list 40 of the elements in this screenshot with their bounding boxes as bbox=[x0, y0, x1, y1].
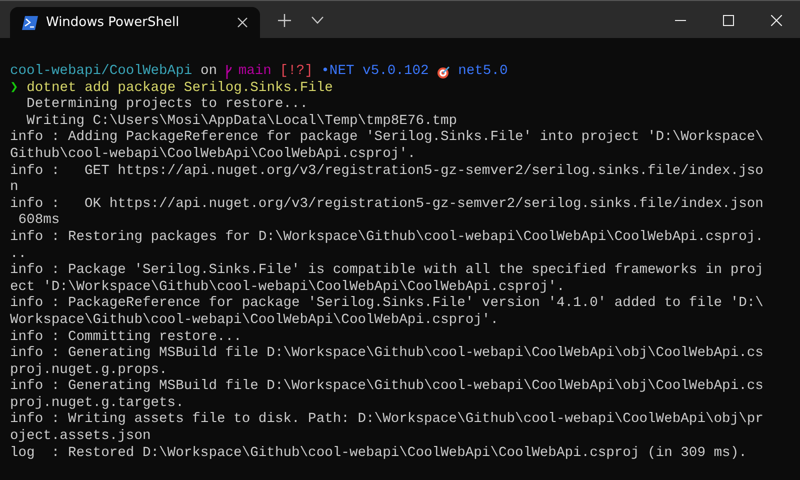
output-line: Writing C:\Users\Mosi\AppData\Local\Temp\tmp8E76.tmp bbox=[26, 114, 458, 130]
output-line: n bbox=[10, 180, 18, 197]
prompt-text: on bbox=[200, 64, 218, 81]
sdk-version: •NET v5.0.102 bbox=[321, 64, 429, 81]
output-line: info : GET https://api.nuget.org/v3/registration5-gz-semver2/serilog.sinks.file/index.jso bbox=[10, 164, 764, 180]
prompt-symbol: ❯ bbox=[10, 80, 18, 98]
target-icon bbox=[437, 66, 450, 79]
terminal-tab[interactable]: Windows PowerShell bbox=[10, 7, 260, 38]
output-line: info : Generating MSBuild file D:\Workspace\Github\cool-webapi\CoolWebApi\obj\CoolWebApi.cs bbox=[10, 379, 764, 396]
output-line: info : Generating MSBuild file D:\Workspace\Github\cool-webapi\CoolWebApi\obj\CoolWebApi.cs bbox=[10, 346, 764, 363]
output-line: log : Restored D:\Workspace\Github\cool-webapi\CoolWebApi\CoolWebApi.csproj (in 309 ms). bbox=[10, 446, 747, 462]
output-line: oject.assets.json bbox=[10, 429, 151, 446]
output-line: Determining projects to restore... bbox=[26, 97, 308, 114]
close-icon[interactable] bbox=[237, 17, 248, 28]
output-line: Workspace\Github\cool-webapi\CoolWebApi\CoolWebApi.csproj'. bbox=[10, 312, 498, 330]
output-line: info : Adding PackageReference for package 'Serilog.Sinks.File' into project 'D:\Workspace\ bbox=[10, 130, 764, 147]
output-line: Github\cool-webapi\CoolWebApi\CoolWebApi.csproj'. bbox=[10, 146, 416, 164]
output-line: info : Restoring packages for D:\Workspace\Github\cool-webapi\CoolWebApi\CoolWebApi.csproj. bbox=[10, 230, 764, 247]
output-line: 608ms bbox=[17, 213, 60, 230]
output-line: info : OK https://api.nuget.org/v3/registration5-gz-semver2/serilog.sinks.file/index.json bbox=[10, 196, 764, 214]
output-line: info : Package 'Serilog.Sinks.File' is compatible with all the specified frameworks in proj bbox=[10, 263, 764, 280]
target-framework: net5.0 bbox=[458, 64, 508, 81]
git-status: [!?] bbox=[280, 64, 313, 81]
powershell-icon bbox=[22, 16, 38, 30]
tab-title: Windows PowerShell bbox=[46, 14, 180, 32]
prompt-path: cool-webapi/CoolWebApi bbox=[10, 64, 192, 81]
output-line: info : PackageReference for package 'Serilog.Sinks.File' version '4.1.0' added to file 'D:\ bbox=[10, 296, 764, 313]
close-icon bbox=[770, 14, 782, 26]
output-line: proj.nuget.g.targets. bbox=[10, 396, 184, 412]
chevron-down-icon bbox=[311, 16, 324, 24]
plus-icon bbox=[278, 14, 291, 27]
output-line: info : Writing assets file to disk. Path: D:\Workspace\Github\cool-webapi\CoolWebApi\obj\pr bbox=[10, 412, 764, 429]
branch-icon bbox=[225, 65, 232, 80]
output-line: proj.nuget.g.props. bbox=[10, 362, 168, 379]
output-line: ect 'D:\Workspace\Github\cool-webapi\CoolWebApi\CoolWebApi.csproj'. bbox=[10, 280, 565, 296]
branch-name: main bbox=[238, 64, 272, 81]
maximize-icon bbox=[722, 14, 734, 26]
command-text: dotnet add package Serilog.Sinks.File bbox=[26, 80, 333, 97]
output-line: info : Committing restore... bbox=[10, 330, 242, 346]
output-line: .. bbox=[10, 246, 27, 263]
